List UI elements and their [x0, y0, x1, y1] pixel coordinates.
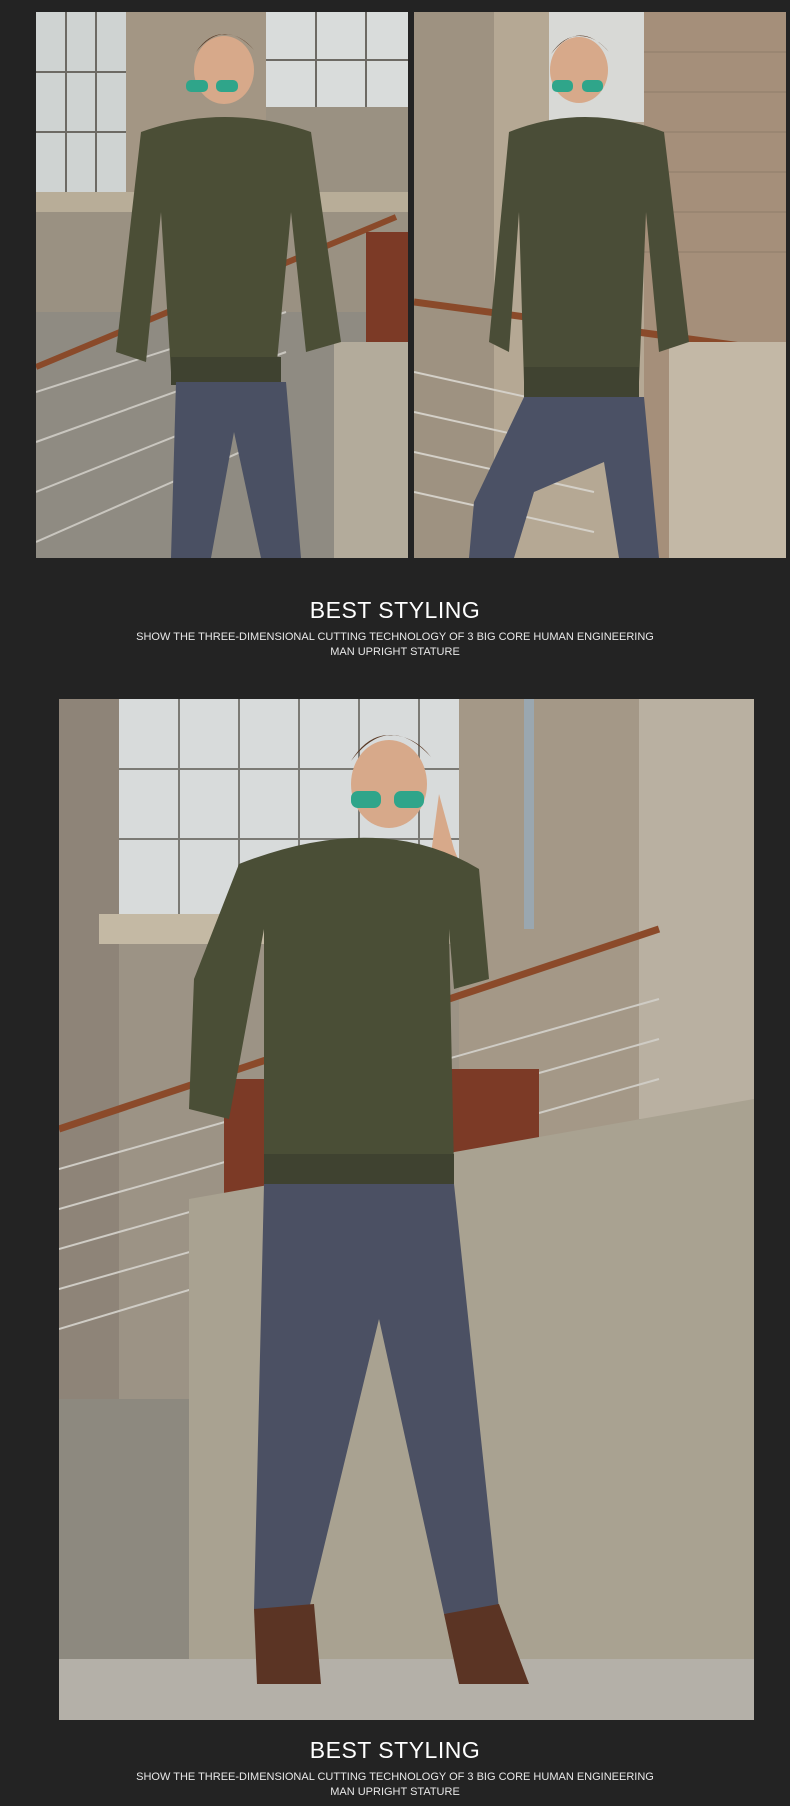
product-photo-right — [414, 12, 786, 558]
photo-main-illustration — [59, 699, 754, 1720]
caption-title: BEST STYLING — [309, 1737, 481, 1763]
styling-caption-2: BEST STYLING SHOW THE THREE-DIMENSIONAL … — [0, 1736, 790, 1800]
product-photo-main — [59, 699, 754, 1720]
product-photo-left — [36, 12, 408, 558]
caption-description: SHOW THE THREE-DIMENSIONAL CUTTING TECHN… — [136, 1771, 654, 1798]
caption-description: SHOW THE THREE-DIMENSIONAL CUTTING TECHN… — [136, 631, 654, 658]
styling-caption-1: BEST STYLING SHOW THE THREE-DIMENSIONAL … — [0, 596, 790, 660]
photo-left-illustration — [36, 12, 408, 558]
caption-title: BEST STYLING — [309, 597, 481, 623]
photo-right-illustration — [414, 12, 786, 558]
